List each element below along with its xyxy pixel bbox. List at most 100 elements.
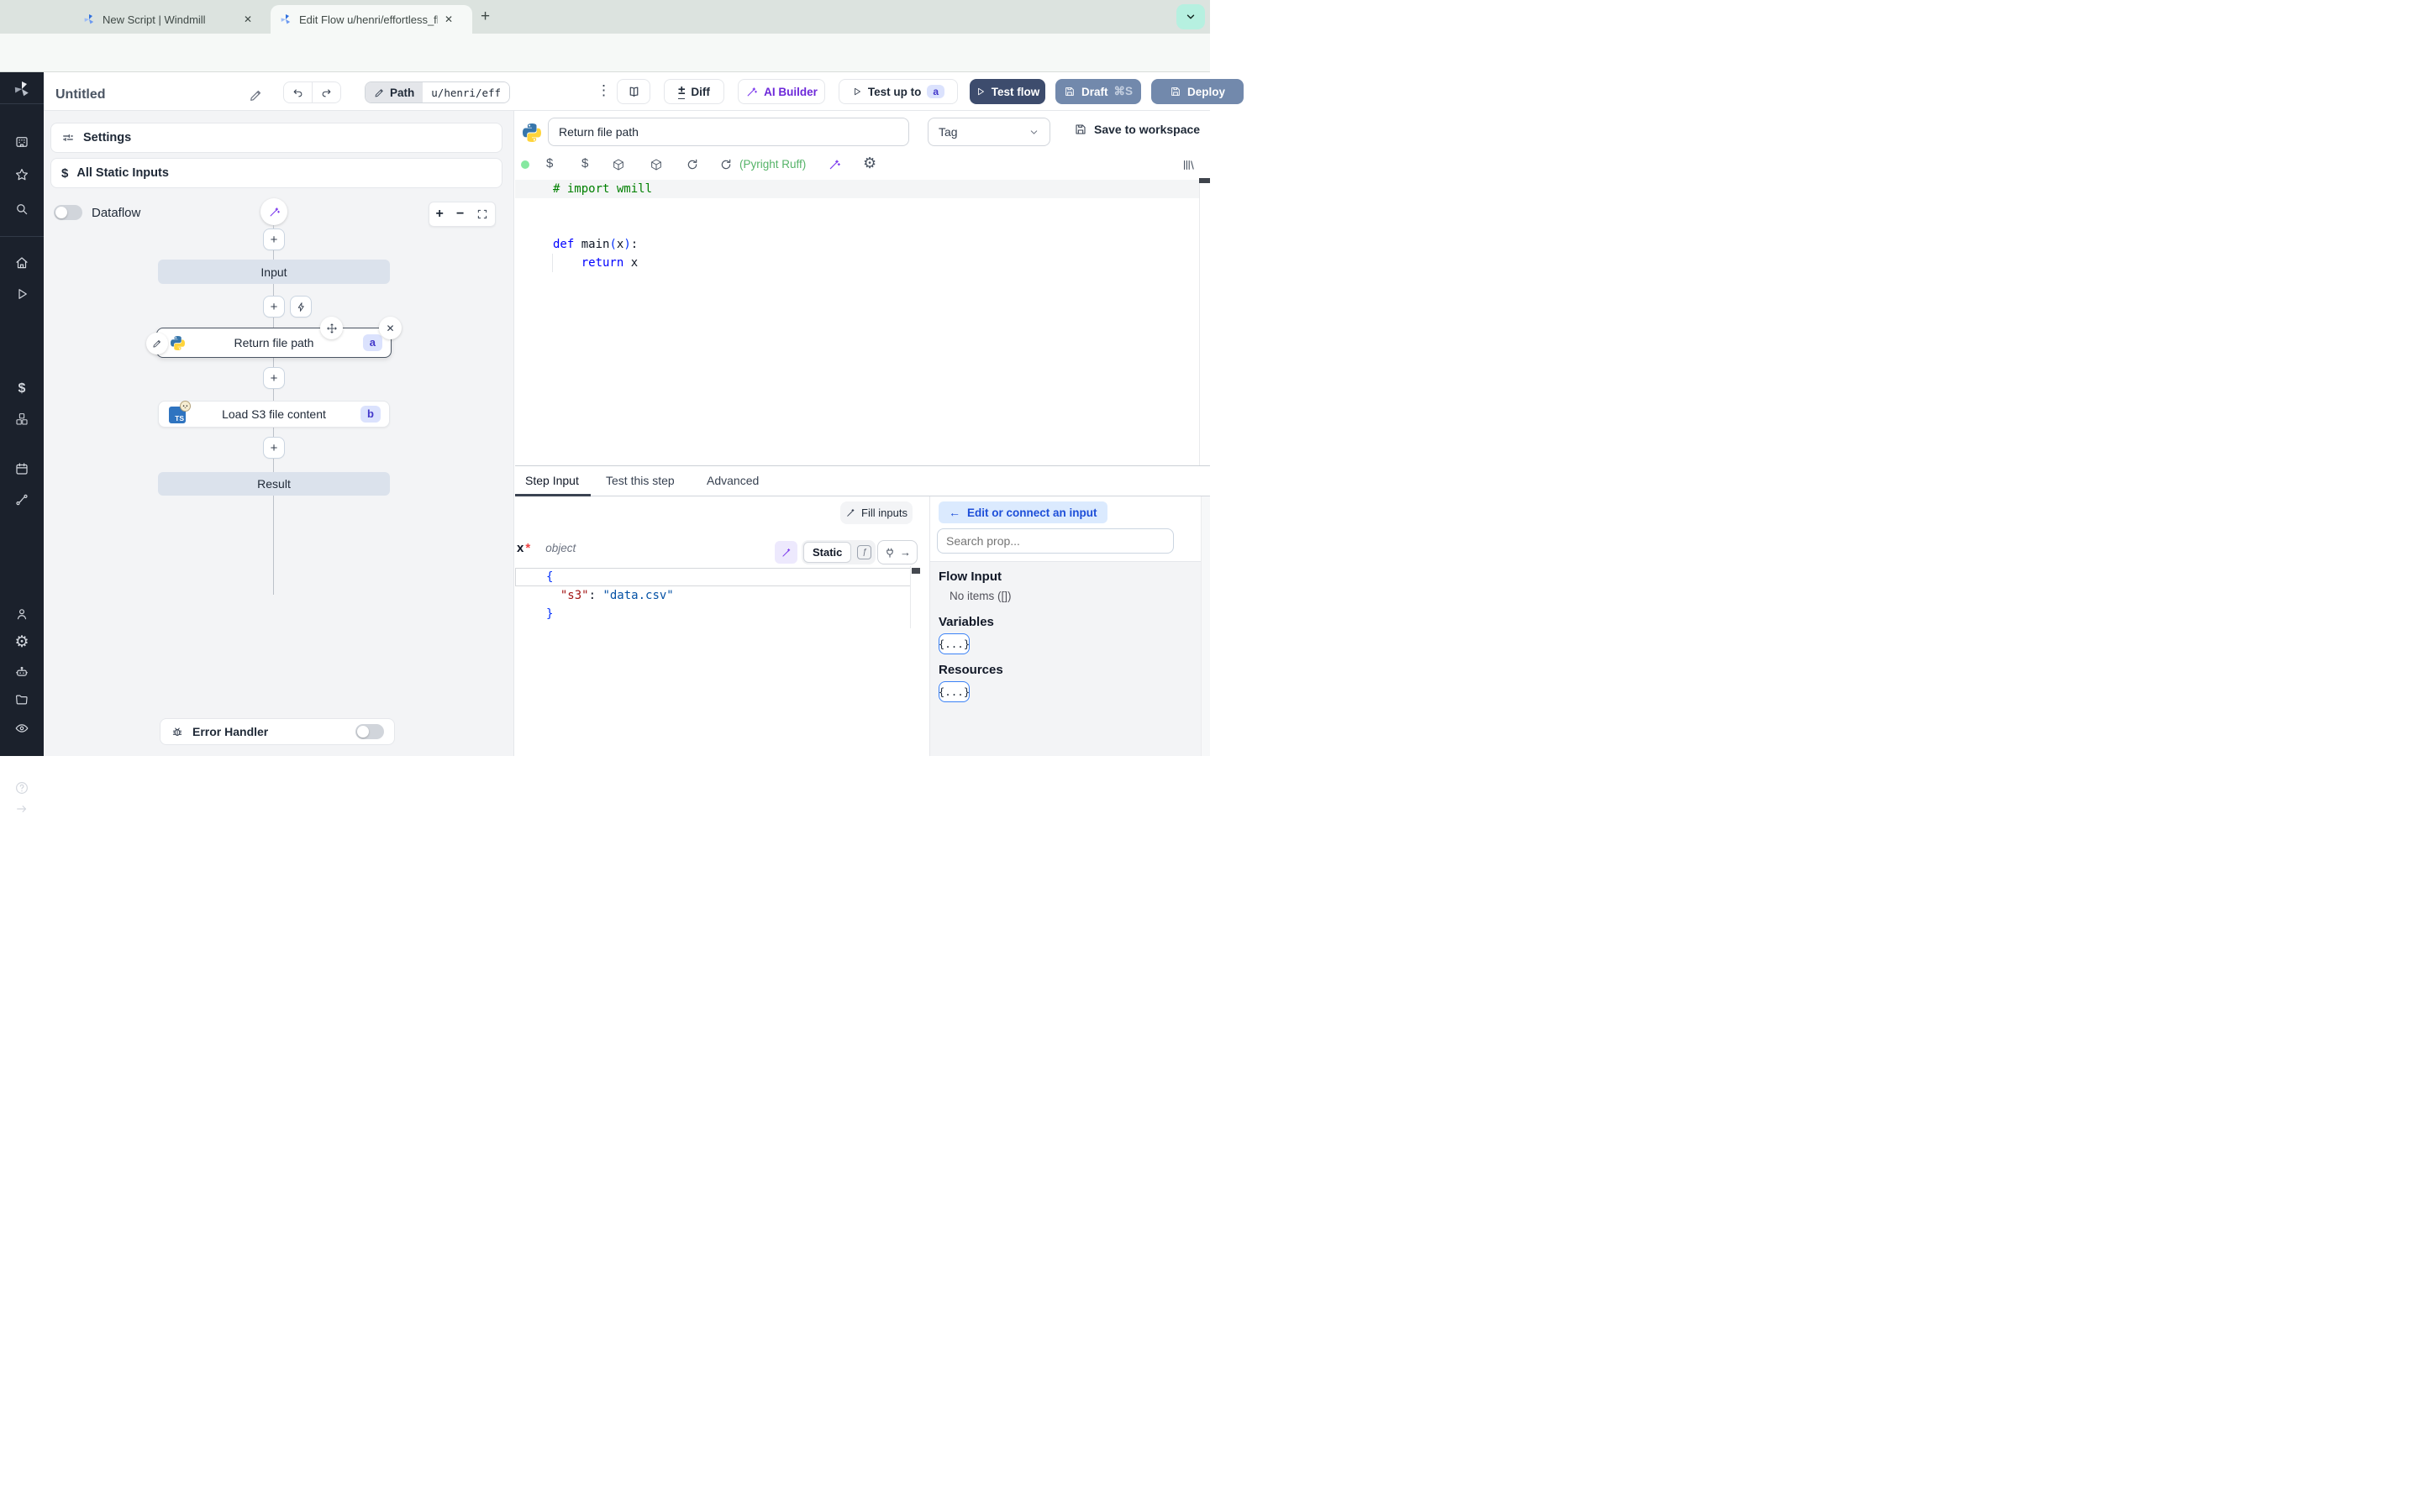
users-icon[interactable] xyxy=(14,606,29,622)
connect-input-button[interactable]: → xyxy=(877,540,918,564)
insert-trigger-button[interactable] xyxy=(290,296,312,318)
undo-button[interactable] xyxy=(284,87,312,99)
indent-guide xyxy=(552,254,553,272)
resources-braces-button[interactable]: {...} xyxy=(939,681,970,702)
triggers-icon[interactable] xyxy=(14,492,29,507)
tab-advanced[interactable]: Advanced xyxy=(707,474,759,487)
tab-close-icon[interactable]: ✕ xyxy=(445,13,453,25)
package-icon[interactable] xyxy=(612,158,625,171)
resources-icon[interactable] xyxy=(14,412,29,427)
runs-icon[interactable] xyxy=(14,286,29,302)
step-tabs-bar: Step Input Test this step Advanced xyxy=(515,466,1210,496)
insert-step-button[interactable]: + xyxy=(263,228,285,250)
variables-icon[interactable]: $ xyxy=(14,381,29,396)
help-icon[interactable] xyxy=(14,780,29,795)
static-mode-chip[interactable]: Static xyxy=(803,542,852,563)
panel-scrollbar-track[interactable] xyxy=(1201,496,1210,756)
path-button[interactable]: Path xyxy=(366,82,424,102)
workspace-icon[interactable] xyxy=(14,134,29,150)
home-icon[interactable] xyxy=(14,255,29,270)
edit-name-pencil-icon[interactable] xyxy=(249,88,263,102)
browser-tab-active[interactable]: Edit Flow u/henri/effortless_fl ✕ xyxy=(271,5,472,34)
insert-step-button[interactable]: + xyxy=(263,437,285,459)
edit-or-connect-button[interactable]: ← Edit or connect an input xyxy=(939,501,1107,523)
edit-step-button[interactable] xyxy=(146,333,168,354)
new-tab-button[interactable]: + xyxy=(481,8,490,26)
error-handler-row[interactable]: Error Handler xyxy=(160,718,395,745)
zoom-in-icon[interactable]: + xyxy=(436,207,444,222)
test-up-to-button[interactable]: Test up to a xyxy=(839,79,958,104)
tab-search-button[interactable] xyxy=(1176,4,1205,29)
favorites-star-icon[interactable] xyxy=(14,167,29,182)
fill-inputs-button[interactable]: Fill inputs xyxy=(840,501,913,524)
folders-icon[interactable] xyxy=(14,692,29,707)
move-step-button[interactable] xyxy=(320,317,343,339)
library-icon[interactable] xyxy=(1181,158,1196,172)
error-handler-toggle[interactable] xyxy=(355,724,384,739)
redo-button[interactable] xyxy=(313,87,340,99)
ai-flow-wand-button[interactable] xyxy=(260,198,287,225)
save-to-workspace-button[interactable]: Save to workspace xyxy=(1074,123,1200,136)
arg-type: object xyxy=(545,542,576,554)
more-options-kebab-icon[interactable]: ⋮ xyxy=(597,83,611,97)
zoom-out-icon[interactable]: − xyxy=(456,207,464,222)
path-value[interactable]: u/henri/eff xyxy=(423,82,510,102)
audit-eye-icon[interactable] xyxy=(14,721,29,736)
code-editor[interactable]: # import wmill def main(x): return x xyxy=(515,178,1210,465)
flow-name[interactable]: Untitled xyxy=(55,87,106,102)
schedules-icon[interactable] xyxy=(14,461,29,476)
reload-icon[interactable] xyxy=(686,158,699,171)
editor-settings-gear-icon[interactable]: ⚙ xyxy=(863,155,876,171)
docs-button[interactable] xyxy=(617,79,650,104)
prop-sections: Flow Input No items ([]) Variables {...}… xyxy=(930,561,1210,756)
dataflow-toggle-row: Dataflow xyxy=(54,205,140,220)
ai-wand-icon[interactable] xyxy=(828,158,841,171)
flow-settings-row[interactable]: Settings xyxy=(50,123,502,153)
delete-step-button[interactable]: ✕ xyxy=(379,317,402,339)
diff-button[interactable]: ± Diff xyxy=(664,79,724,104)
python-icon xyxy=(171,336,185,350)
python-icon xyxy=(523,123,541,142)
editor-scrollbar-track[interactable] xyxy=(1199,178,1210,465)
step-node-a[interactable]: Return file path a ✕ xyxy=(146,317,402,358)
json-input-editor[interactable]: { "s3": "data.csv"} xyxy=(515,566,922,628)
collapse-arrow-icon[interactable] xyxy=(14,801,29,816)
test-flow-button[interactable]: Test flow xyxy=(970,79,1045,104)
magic-wand-icon xyxy=(270,207,280,216)
fit-view-icon[interactable] xyxy=(476,208,488,220)
step-name-input[interactable]: Return file path xyxy=(548,118,909,146)
search-icon[interactable] xyxy=(14,202,29,217)
browser-tab-inactive[interactable]: New Script | Windmill ✕ xyxy=(74,5,265,34)
dataflow-toggle[interactable] xyxy=(54,205,82,220)
tag-select[interactable]: Tag xyxy=(928,118,1050,146)
package-icon[interactable] xyxy=(650,158,663,171)
typescript-icon: TS xyxy=(169,401,191,423)
step-node-b[interactable]: TS Load S3 file content b xyxy=(158,401,390,428)
editor-scrollbar-handle[interactable] xyxy=(1199,178,1210,183)
deploy-button[interactable]: Deploy xyxy=(1151,79,1244,104)
settings-gear-icon[interactable]: ⚙ xyxy=(13,634,30,650)
ai-builder-button[interactable]: AI Builder xyxy=(738,79,825,104)
insert-step-button[interactable]: + xyxy=(263,367,285,389)
all-static-inputs-row[interactable]: $ All Static Inputs xyxy=(50,158,502,188)
tab-test-this-step[interactable]: Test this step xyxy=(606,474,675,487)
flow-input-node[interactable]: Input xyxy=(158,260,390,284)
json-scrollbar-handle[interactable] xyxy=(912,568,920,574)
variables-braces-button[interactable]: {...} xyxy=(939,633,970,654)
windmill-logo[interactable] xyxy=(12,79,32,99)
tab-step-input[interactable]: Step Input xyxy=(525,474,579,487)
variables-picker-icon[interactable]: $ xyxy=(546,156,553,171)
tab-title: Edit Flow u/henri/effortless_fl xyxy=(299,13,438,26)
reload-icon[interactable] xyxy=(719,158,733,171)
resources-picker-icon[interactable]: $ xyxy=(581,156,588,171)
search-prop-input[interactable] xyxy=(937,528,1174,554)
workers-robot-icon[interactable] xyxy=(14,664,29,680)
flow-result-node[interactable]: Result xyxy=(158,472,390,496)
tab-close-icon[interactable]: ✕ xyxy=(244,13,252,25)
step-badge: a xyxy=(927,84,945,99)
function-mode-icon[interactable]: ƒ xyxy=(857,545,872,559)
insert-step-button[interactable]: + xyxy=(263,296,285,318)
draft-button[interactable]: Draft ⌘S xyxy=(1055,79,1141,104)
arg-ai-wand-button[interactable] xyxy=(775,541,797,564)
lint-status[interactable]: (Pyright Ruff) xyxy=(739,158,806,171)
